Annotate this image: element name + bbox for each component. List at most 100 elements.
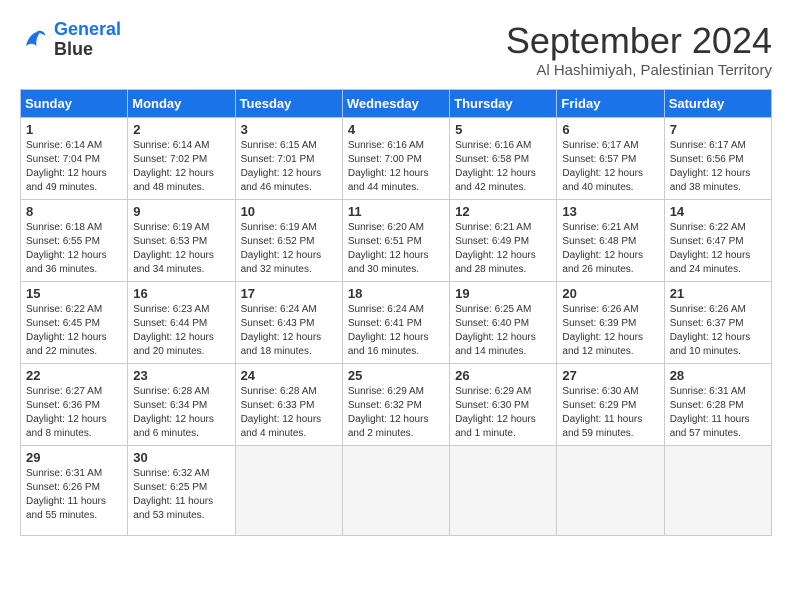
logo: General Blue [20,20,121,60]
day-number: 16 [133,286,229,301]
day-cell [450,446,557,536]
header-friday: Friday [557,90,664,118]
calendar-table: Sunday Monday Tuesday Wednesday Thursday… [20,89,772,536]
day-cell: 11 Sunrise: 6:20 AM Sunset: 6:51 PM Dayl… [342,200,449,282]
header-thursday: Thursday [450,90,557,118]
day-cell: 24 Sunrise: 6:28 AM Sunset: 6:33 PM Dayl… [235,364,342,446]
day-cell: 20 Sunrise: 6:26 AM Sunset: 6:39 PM Dayl… [557,282,664,364]
day-cell: 21 Sunrise: 6:26 AM Sunset: 6:37 PM Dayl… [664,282,771,364]
header-row: Sunday Monday Tuesday Wednesday Thursday… [21,90,772,118]
day-cell: 3 Sunrise: 6:15 AM Sunset: 7:01 PM Dayli… [235,118,342,200]
week-row-4: 22 Sunrise: 6:27 AM Sunset: 6:36 PM Dayl… [21,364,772,446]
day-number: 29 [26,450,122,465]
day-cell: 5 Sunrise: 6:16 AM Sunset: 6:58 PM Dayli… [450,118,557,200]
day-number: 8 [26,204,122,219]
day-info: Sunrise: 6:26 AM Sunset: 6:39 PM Dayligh… [562,303,658,359]
day-number: 24 [241,368,337,383]
day-cell: 18 Sunrise: 6:24 AM Sunset: 6:41 PM Dayl… [342,282,449,364]
day-number: 1 [26,122,122,137]
day-info: Sunrise: 6:23 AM Sunset: 6:44 PM Dayligh… [133,303,229,359]
day-info: Sunrise: 6:21 AM Sunset: 6:48 PM Dayligh… [562,221,658,277]
day-info: Sunrise: 6:16 AM Sunset: 6:58 PM Dayligh… [455,139,551,195]
day-cell: 26 Sunrise: 6:29 AM Sunset: 6:30 PM Dayl… [450,364,557,446]
day-cell: 6 Sunrise: 6:17 AM Sunset: 6:57 PM Dayli… [557,118,664,200]
day-info: Sunrise: 6:24 AM Sunset: 6:41 PM Dayligh… [348,303,444,359]
day-info: Sunrise: 6:31 AM Sunset: 6:26 PM Dayligh… [26,467,122,523]
day-number: 3 [241,122,337,137]
day-cell: 8 Sunrise: 6:18 AM Sunset: 6:55 PM Dayli… [21,200,128,282]
day-info: Sunrise: 6:21 AM Sunset: 6:49 PM Dayligh… [455,221,551,277]
day-number: 28 [670,368,766,383]
calendar-header: Sunday Monday Tuesday Wednesday Thursday… [21,90,772,118]
header-sunday: Sunday [21,90,128,118]
logo-text: General Blue [54,20,121,60]
day-info: Sunrise: 6:28 AM Sunset: 6:34 PM Dayligh… [133,385,229,441]
day-info: Sunrise: 6:29 AM Sunset: 6:32 PM Dayligh… [348,385,444,441]
day-cell: 2 Sunrise: 6:14 AM Sunset: 7:02 PM Dayli… [128,118,235,200]
header-tuesday: Tuesday [235,90,342,118]
day-number: 15 [26,286,122,301]
day-cell: 15 Sunrise: 6:22 AM Sunset: 6:45 PM Dayl… [21,282,128,364]
day-info: Sunrise: 6:20 AM Sunset: 6:51 PM Dayligh… [348,221,444,277]
day-cell: 27 Sunrise: 6:30 AM Sunset: 6:29 PM Dayl… [557,364,664,446]
logo-icon [20,25,50,55]
day-number: 21 [670,286,766,301]
day-number: 22 [26,368,122,383]
day-info: Sunrise: 6:25 AM Sunset: 6:40 PM Dayligh… [455,303,551,359]
day-cell: 10 Sunrise: 6:19 AM Sunset: 6:52 PM Dayl… [235,200,342,282]
page-header: General Blue September 2024 Al Hashimiya… [20,20,772,79]
day-cell: 17 Sunrise: 6:24 AM Sunset: 6:43 PM Dayl… [235,282,342,364]
day-cell: 9 Sunrise: 6:19 AM Sunset: 6:53 PM Dayli… [128,200,235,282]
day-info: Sunrise: 6:28 AM Sunset: 6:33 PM Dayligh… [241,385,337,441]
day-number: 30 [133,450,229,465]
day-info: Sunrise: 6:26 AM Sunset: 6:37 PM Dayligh… [670,303,766,359]
day-number: 17 [241,286,337,301]
week-row-2: 8 Sunrise: 6:18 AM Sunset: 6:55 PM Dayli… [21,200,772,282]
day-info: Sunrise: 6:14 AM Sunset: 7:04 PM Dayligh… [26,139,122,195]
day-info: Sunrise: 6:22 AM Sunset: 6:45 PM Dayligh… [26,303,122,359]
day-info: Sunrise: 6:27 AM Sunset: 6:36 PM Dayligh… [26,385,122,441]
day-number: 13 [562,204,658,219]
day-number: 25 [348,368,444,383]
header-saturday: Saturday [664,90,771,118]
calendar-body: 1 Sunrise: 6:14 AM Sunset: 7:04 PM Dayli… [21,118,772,536]
week-row-5: 29 Sunrise: 6:31 AM Sunset: 6:26 PM Dayl… [21,446,772,536]
day-number: 20 [562,286,658,301]
day-number: 19 [455,286,551,301]
day-info: Sunrise: 6:31 AM Sunset: 6:28 PM Dayligh… [670,385,766,441]
title-block: September 2024 Al Hashimiyah, Palestinia… [506,20,772,79]
day-info: Sunrise: 6:19 AM Sunset: 6:52 PM Dayligh… [241,221,337,277]
day-info: Sunrise: 6:32 AM Sunset: 6:25 PM Dayligh… [133,467,229,523]
month-title: September 2024 [506,20,772,62]
day-cell: 25 Sunrise: 6:29 AM Sunset: 6:32 PM Dayl… [342,364,449,446]
day-number: 4 [348,122,444,137]
day-number: 26 [455,368,551,383]
day-number: 6 [562,122,658,137]
day-number: 14 [670,204,766,219]
day-cell: 23 Sunrise: 6:28 AM Sunset: 6:34 PM Dayl… [128,364,235,446]
day-number: 10 [241,204,337,219]
day-number: 9 [133,204,229,219]
day-info: Sunrise: 6:22 AM Sunset: 6:47 PM Dayligh… [670,221,766,277]
day-info: Sunrise: 6:29 AM Sunset: 6:30 PM Dayligh… [455,385,551,441]
location-subtitle: Al Hashimiyah, Palestinian Territory [506,62,772,79]
day-cell: 30 Sunrise: 6:32 AM Sunset: 6:25 PM Dayl… [128,446,235,536]
day-info: Sunrise: 6:19 AM Sunset: 6:53 PM Dayligh… [133,221,229,277]
day-cell [557,446,664,536]
day-number: 27 [562,368,658,383]
day-cell: 16 Sunrise: 6:23 AM Sunset: 6:44 PM Dayl… [128,282,235,364]
day-cell: 14 Sunrise: 6:22 AM Sunset: 6:47 PM Dayl… [664,200,771,282]
day-number: 23 [133,368,229,383]
day-number: 11 [348,204,444,219]
day-cell [664,446,771,536]
day-info: Sunrise: 6:16 AM Sunset: 7:00 PM Dayligh… [348,139,444,195]
day-number: 5 [455,122,551,137]
day-cell [235,446,342,536]
day-info: Sunrise: 6:17 AM Sunset: 6:56 PM Dayligh… [670,139,766,195]
day-cell: 1 Sunrise: 6:14 AM Sunset: 7:04 PM Dayli… [21,118,128,200]
day-info: Sunrise: 6:24 AM Sunset: 6:43 PM Dayligh… [241,303,337,359]
day-info: Sunrise: 6:15 AM Sunset: 7:01 PM Dayligh… [241,139,337,195]
day-cell: 22 Sunrise: 6:27 AM Sunset: 6:36 PM Dayl… [21,364,128,446]
day-number: 18 [348,286,444,301]
day-cell: 4 Sunrise: 6:16 AM Sunset: 7:00 PM Dayli… [342,118,449,200]
